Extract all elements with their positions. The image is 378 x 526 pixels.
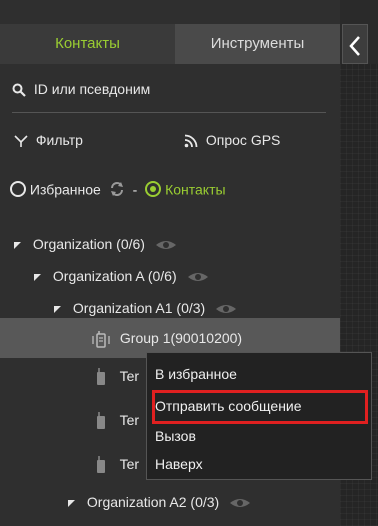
search-placeholder: ID или псевдоним [33,81,151,97]
rss-icon [184,134,198,148]
collapse-panel-button[interactable] [342,24,368,64]
tree-node-organization-a2[interactable]: Organization A2 (0/3) [68,484,251,520]
filter-bar: Фильтр Опрос GPS [0,118,340,162]
expand-triangle-icon[interactable] [14,241,21,249]
tree-node-label: Organization A1 (0/3) [72,300,206,316]
tree-node-label: Organization (0/6) [32,236,145,252]
tree-node-terminal-3[interactable]: Ter [96,446,139,482]
gps-poll-button[interactable]: Опрос GPS [184,118,280,162]
expand-triangle-icon[interactable] [68,499,75,507]
tree-node-organization-a[interactable]: Organization A (0/6) [34,258,209,294]
eye-icon[interactable] [155,239,177,251]
menu-item-add-favorite[interactable]: В избранное [147,361,371,387]
expand-triangle-icon[interactable] [34,273,41,281]
gps-label: Опрос GPS [205,132,281,148]
view-mode-bar: Избранное - Контакты [0,166,340,210]
highlight-box [152,390,368,424]
contacts-mode-label[interactable]: Контакты [165,181,225,197]
tree-node-label: Ter [119,412,140,428]
tree-node-organization[interactable]: Organization (0/6) [14,226,177,262]
mode-separator: - [132,181,138,198]
radio-terminal-icon [97,368,105,386]
tab-tools[interactable]: Инструменты [175,24,340,64]
eye-icon[interactable] [229,497,251,509]
tree-node-terminal-1[interactable]: Ter [96,358,139,394]
favorites-radio[interactable] [10,181,26,198]
eye-icon[interactable] [215,303,237,315]
menu-item-top[interactable]: Наверх [147,451,371,477]
search-input[interactable]: ID или псевдоним [0,70,340,108]
tree-node-label: Organization A2 (0/3) [86,494,220,510]
radio-terminal-icon [97,456,105,474]
tab-bar: Контакты Инструменты [0,24,340,64]
menu-item-call[interactable]: Вызов [147,423,371,449]
filter-icon [14,135,28,148]
refresh-icon[interactable] [109,181,125,197]
eye-icon[interactable] [187,271,209,283]
contacts-radio[interactable] [145,181,162,198]
tree-node-label: Ter [119,456,140,472]
filter-button[interactable]: Фильтр [14,118,83,162]
radio-terminal-icon [97,412,105,430]
tree-node-label: Group 1(90010200) [119,330,243,346]
tree-node-label: Ter [119,368,140,384]
chevron-left-icon [349,35,360,56]
divider [12,112,326,113]
tab-contacts[interactable]: Контакты [0,24,175,64]
favorites-label[interactable]: Избранное [30,181,101,197]
tree-node-terminal-2[interactable]: Ter [96,402,139,438]
tree-node-group1[interactable]: Group 1(90010200) [92,320,242,356]
search-icon [12,83,26,98]
group-radio-icon [92,331,110,349]
filter-label: Фильтр [35,132,83,148]
expand-triangle-icon[interactable] [54,305,61,313]
tree-node-label: Organization A (0/6) [52,268,177,284]
